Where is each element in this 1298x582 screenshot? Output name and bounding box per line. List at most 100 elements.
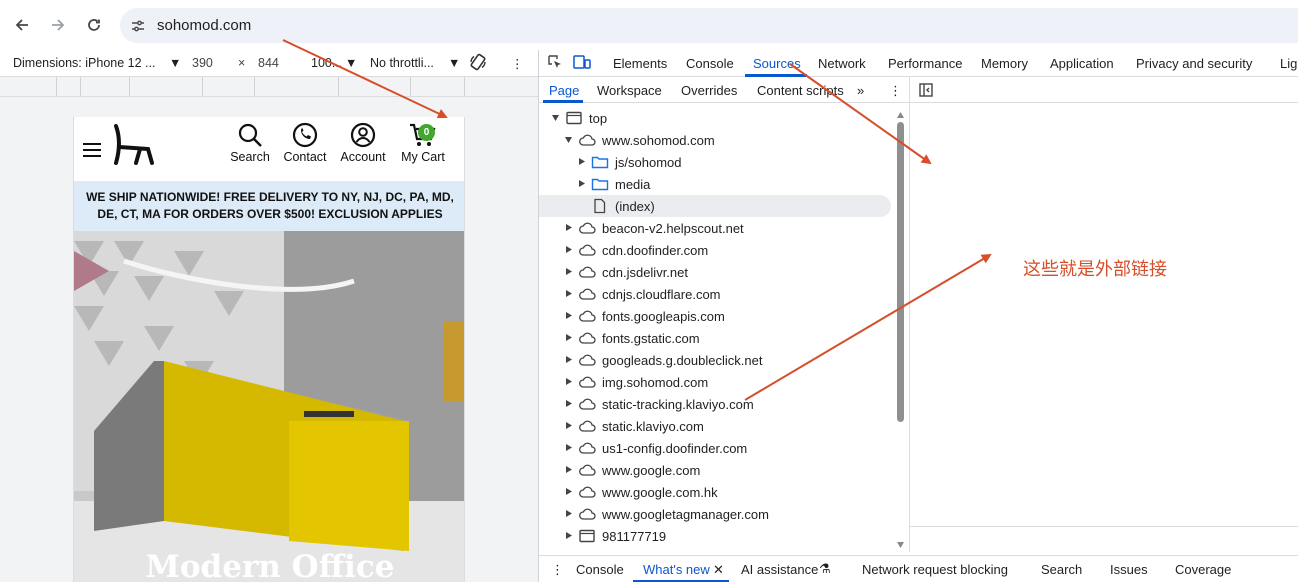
drawer-tab-whats-new[interactable]: What's new <box>643 562 710 577</box>
more-tabs-icon[interactable]: » <box>857 83 864 98</box>
collapsed-arrow-icon[interactable] <box>564 245 573 254</box>
forward-button[interactable] <box>46 13 70 37</box>
expanded-arrow-icon[interactable] <box>551 113 560 122</box>
collapsed-arrow-icon[interactable] <box>564 223 573 232</box>
subtab-overrides[interactable]: Overrides <box>681 83 737 98</box>
tab-performance[interactable]: Performance <box>888 56 962 71</box>
tree-item[interactable]: static.klaviyo.com <box>539 415 891 437</box>
phone-icon <box>292 122 318 148</box>
subtab-content-scripts[interactable]: Content scripts <box>757 83 845 98</box>
rotate-button[interactable] <box>469 53 487 74</box>
collapsed-arrow-icon[interactable] <box>564 487 573 496</box>
tree-item[interactable]: www.google.com <box>539 459 891 481</box>
menu-icon[interactable] <box>83 143 101 157</box>
annotation-text: 这些就是外部链接 <box>1023 259 1167 280</box>
collapsed-arrow-icon[interactable] <box>577 179 586 188</box>
collapsed-arrow-icon[interactable] <box>564 531 573 540</box>
tab-application[interactable]: Application <box>1050 56 1114 71</box>
tree-item[interactable]: www.google.com.hk <box>539 481 891 503</box>
back-button[interactable] <box>10 13 34 37</box>
tab-elements[interactable]: Elements <box>613 56 667 71</box>
tab-privacy-security[interactable]: Privacy and security <box>1136 56 1252 71</box>
tab-network[interactable]: Network <box>818 56 866 71</box>
expanded-arrow-icon[interactable] <box>564 135 573 144</box>
tab-console[interactable]: Console <box>686 56 734 71</box>
address-bar[interactable]: sohomod.com <box>120 8 1298 43</box>
tree-scrollbar[interactable] <box>896 110 905 550</box>
tree-item[interactable]: fonts.gstatic.com <box>539 327 891 349</box>
collapsed-arrow-icon[interactable] <box>564 443 573 452</box>
drawer-tab-search[interactable]: Search <box>1041 562 1082 577</box>
drawer-tab-network-request-blocking[interactable]: Network request blocking <box>862 562 1008 577</box>
tree-item[interactable]: static-tracking.klaviyo.com <box>539 393 891 415</box>
subtab-page[interactable]: Page <box>549 83 579 98</box>
collapsed-arrow-icon[interactable] <box>564 465 573 474</box>
tree-item[interactable]: top <box>539 107 891 129</box>
tree-item[interactable]: cdn.doofinder.com <box>539 239 891 261</box>
tab-lighthouse[interactable]: Lig <box>1280 56 1297 71</box>
inspect-element-button[interactable] <box>547 54 563 73</box>
tree-item[interactable]: us1-config.doofinder.com <box>539 437 891 459</box>
header-search[interactable]: Search <box>226 122 274 164</box>
rotate-icon <box>470 53 486 71</box>
sources-navigator-tabs: Page Workspace Overrides Content scripts… <box>539 77 909 103</box>
device-toolbar-toggle[interactable] <box>573 54 591 73</box>
drawer-tab-ai-assistance[interactable]: AI assistance <box>741 562 818 577</box>
pane-divider[interactable] <box>909 77 910 552</box>
site-info-button[interactable] <box>128 16 148 36</box>
collapsed-arrow-icon[interactable] <box>564 333 573 342</box>
site-logo[interactable] <box>110 123 154 170</box>
tree-item[interactable]: (index) <box>539 195 891 217</box>
tree-item[interactable]: media <box>539 173 891 195</box>
device-icon <box>573 55 591 69</box>
dimensions-select[interactable]: Dimensions: iPhone 12 ... <box>13 56 155 70</box>
header-account[interactable]: Account <box>336 122 390 164</box>
collapsed-arrow-icon[interactable] <box>564 399 573 408</box>
collapsed-arrow-icon[interactable] <box>564 421 573 430</box>
tree-item[interactable]: fonts.googleapis.com <box>539 305 891 327</box>
cloud-icon <box>579 266 596 278</box>
tree-item[interactable]: js/sohomod <box>539 151 891 173</box>
header-contact[interactable]: Contact <box>278 122 332 164</box>
tree-item[interactable]: 981177719 <box>539 525 891 547</box>
height-input[interactable]: 844 <box>258 56 279 70</box>
tab-memory[interactable]: Memory <box>981 56 1028 71</box>
collapsed-arrow-icon[interactable] <box>564 311 573 320</box>
tree-item[interactable]: www.googletagmanager.com <box>539 503 891 525</box>
tab-sources[interactable]: Sources <box>753 56 801 71</box>
tree-item[interactable]: cdn.jsdelivr.net <box>539 261 891 283</box>
url-text[interactable]: sohomod.com <box>157 17 251 34</box>
collapsed-arrow-icon[interactable] <box>564 355 573 364</box>
drawer-tab-issues[interactable]: Issues <box>1110 562 1148 577</box>
tree-item[interactable]: img.sohomod.com <box>539 371 891 393</box>
reload-icon <box>88 19 100 31</box>
collapsed-arrow-icon[interactable] <box>564 267 573 276</box>
width-input[interactable]: 390 <box>192 56 213 70</box>
frame-icon <box>579 529 595 543</box>
drawer-tab-coverage[interactable]: Coverage <box>1175 562 1231 577</box>
mobile-page: Search Contact Account 0 My Cart WE SHIP… <box>73 117 465 582</box>
collapsed-arrow-icon[interactable] <box>564 377 573 386</box>
drawer-tab-console[interactable]: Console <box>576 562 624 577</box>
tree-item-label: static.klaviyo.com <box>602 419 704 434</box>
drawer-menu-icon[interactable]: ⋮ <box>551 562 564 578</box>
collapsed-arrow-icon[interactable] <box>564 289 573 298</box>
throttle-select[interactable]: No throttli... <box>370 56 434 70</box>
reload-button[interactable] <box>82 13 106 37</box>
zoom-select[interactable]: 100... <box>311 56 342 70</box>
cloud-icon <box>579 222 596 234</box>
subtab-workspace[interactable]: Workspace <box>597 83 662 98</box>
more-options-icon[interactable]: ⋮ <box>889 83 902 99</box>
collapsed-arrow-icon[interactable] <box>564 509 573 518</box>
toggle-sidebar-button[interactable] <box>918 82 934 101</box>
collapsed-arrow-icon[interactable] <box>577 157 586 166</box>
close-icon[interactable]: ✕ <box>713 562 724 578</box>
tree-item[interactable]: cdnjs.cloudflare.com <box>539 283 891 305</box>
tree-item[interactable]: www.sohomod.com <box>539 129 891 151</box>
tree-item[interactable]: beacon-v2.helpscout.net <box>539 217 891 239</box>
more-options-icon[interactable]: ⋮ <box>511 56 524 71</box>
tree-item[interactable]: googleads.g.doubleclick.net <box>539 349 891 371</box>
header-account-label: Account <box>340 150 386 164</box>
cloud-icon <box>579 464 596 476</box>
header-cart[interactable]: 0 My Cart <box>396 122 450 164</box>
